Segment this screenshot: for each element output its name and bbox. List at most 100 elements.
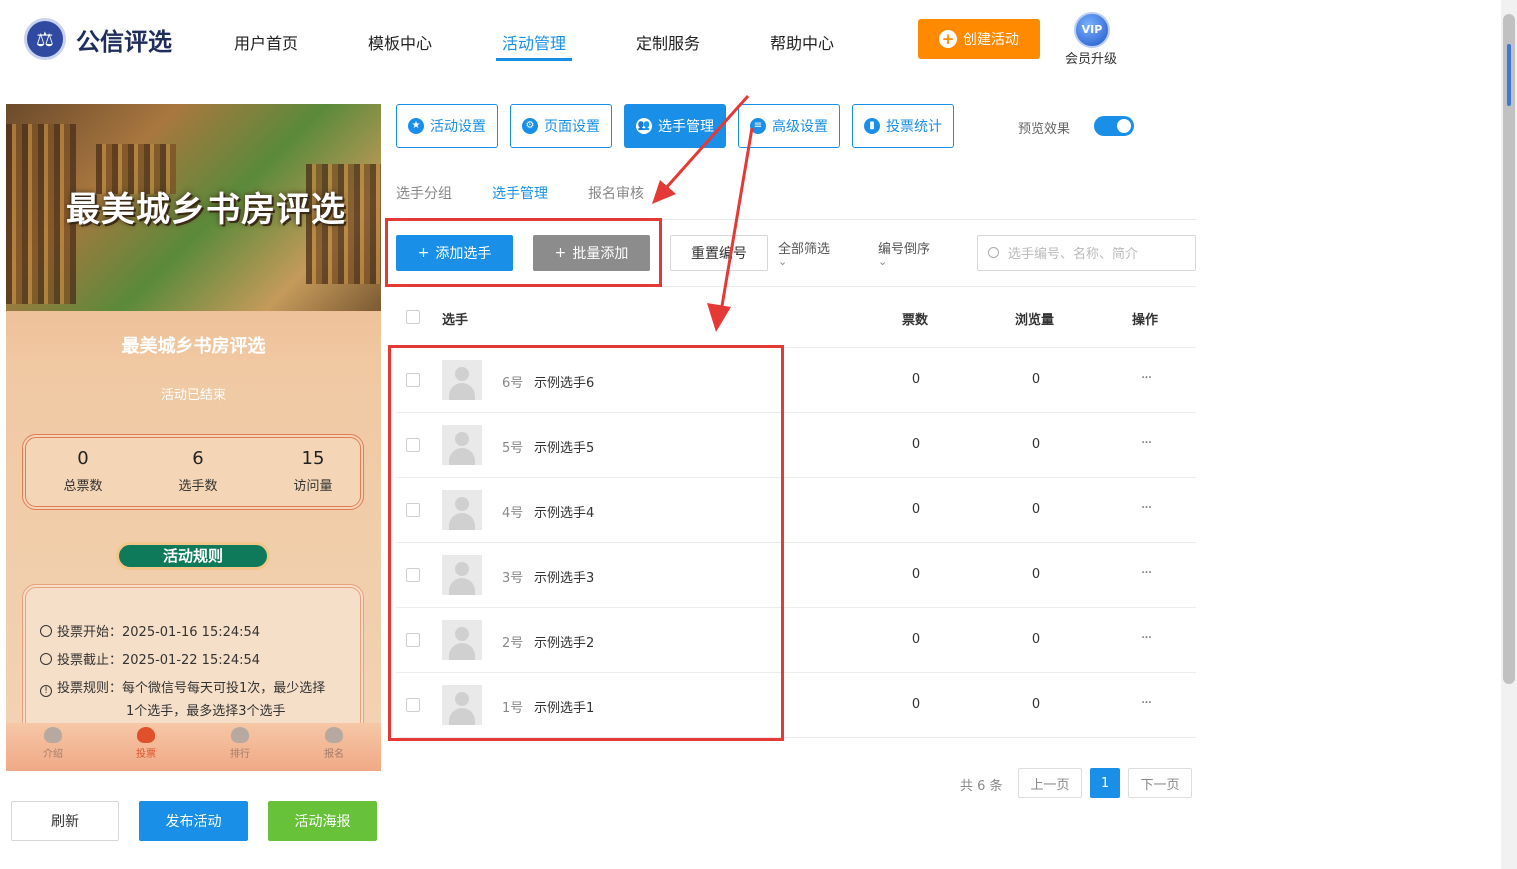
plus-circle-icon: + bbox=[939, 30, 957, 48]
stat-value: 0 bbox=[77, 448, 89, 469]
preview-activity-title: 最美城乡书房评选 bbox=[121, 336, 266, 357]
next-page-button[interactable]: 下一页 bbox=[1128, 768, 1192, 798]
stat-label: 总票数 bbox=[63, 479, 103, 494]
preview-tab-signup[interactable]: 报名 bbox=[304, 727, 364, 760]
tab-label: 排行 bbox=[230, 749, 250, 760]
player-views: 0 bbox=[1031, 697, 1041, 712]
tab-label: 介绍 bbox=[43, 749, 63, 760]
more-actions-icon[interactable]: ··· bbox=[1136, 435, 1156, 451]
preview-stats: 0 总票数 6 选手数 15 访问量 bbox=[22, 434, 364, 510]
stat-label: 选手数 bbox=[178, 479, 218, 494]
clock-icon bbox=[40, 653, 52, 665]
nav-user-home[interactable]: 用户首页 bbox=[234, 30, 298, 54]
tab-advanced-settings[interactable]: ≡ 高级设置 bbox=[738, 104, 840, 148]
tab-label: 页面设置 bbox=[544, 119, 600, 135]
scrollbar-indicator bbox=[1507, 44, 1511, 106]
subtab-player-management[interactable]: 选手管理 bbox=[492, 183, 548, 203]
page-scrollbar-thumb[interactable] bbox=[1503, 14, 1515, 684]
player-votes: 0 bbox=[911, 437, 921, 452]
rule-end: 投票截止：2025-01-22 15:24:54 bbox=[40, 649, 260, 672]
prev-page-button[interactable]: 上一页 bbox=[1018, 768, 1082, 798]
tab-label: 报名 bbox=[324, 749, 344, 760]
rank-icon bbox=[231, 727, 249, 743]
nav-custom-service[interactable]: 定制服务 bbox=[636, 30, 700, 54]
search-input[interactable] bbox=[1008, 244, 1188, 264]
tab-label: 选手管理 bbox=[658, 119, 714, 135]
users-icon: 👥 bbox=[636, 118, 652, 134]
more-actions-icon[interactable]: ··· bbox=[1136, 565, 1156, 581]
annotation-arrowhead bbox=[652, 180, 676, 204]
banner-title: 最美城乡书房评选 bbox=[66, 190, 346, 230]
nav-template-center[interactable]: 模板中心 bbox=[368, 30, 432, 54]
tab-label: 投票统计 bbox=[886, 119, 942, 135]
rule-start: 投票开始：2025-01-16 15:24:54 bbox=[40, 621, 260, 644]
player-views: 0 bbox=[1031, 372, 1041, 387]
player-votes: 0 bbox=[911, 697, 921, 712]
info-icon: ! bbox=[40, 685, 52, 697]
more-actions-icon[interactable]: ··· bbox=[1136, 500, 1156, 516]
nav-help-center[interactable]: 帮助中心 bbox=[770, 30, 834, 54]
search-box[interactable] bbox=[977, 235, 1196, 271]
intro-icon bbox=[44, 727, 62, 743]
stat-player-count: 6 选手数 bbox=[153, 448, 243, 494]
player-views: 0 bbox=[1031, 632, 1041, 647]
clock-icon bbox=[40, 625, 52, 637]
player-views: 0 bbox=[1031, 502, 1041, 517]
stat-total-votes: 0 总票数 bbox=[38, 448, 128, 494]
pagination-total: 共 6 条 bbox=[960, 779, 1003, 794]
select-all-checkbox[interactable] bbox=[406, 310, 420, 324]
header-ops: 操作 bbox=[1132, 313, 1159, 328]
more-actions-icon[interactable]: ··· bbox=[1136, 695, 1156, 711]
mobile-preview: 最美城乡书房评选 最美城乡书房评选 活动已结束 0 总票数 6 选手数 15 访… bbox=[6, 104, 381, 771]
preview-tabbar: 介绍 投票 排行 报名 bbox=[6, 723, 381, 771]
activity-poster-button[interactable]: 活动海报 bbox=[268, 801, 377, 841]
header-views: 浏览量 bbox=[1015, 313, 1055, 328]
current-page-button[interactable]: 1 bbox=[1090, 768, 1120, 798]
tab-activity-settings[interactable]: ★ 活动设置 bbox=[396, 104, 498, 148]
vote-icon bbox=[137, 727, 155, 743]
nav-activity-management[interactable]: 活动管理 bbox=[502, 30, 566, 54]
preview-tab-vote[interactable]: 投票 bbox=[116, 727, 176, 760]
reset-number-button[interactable]: 重置编号 bbox=[670, 235, 768, 271]
search-icon bbox=[988, 247, 999, 258]
vip-upgrade-label[interactable]: 会员升级 bbox=[1065, 48, 1117, 67]
stat-value: 6 bbox=[192, 448, 204, 469]
banner-image: 最美城乡书房评选 bbox=[6, 104, 381, 311]
rule-text: 投票规则：每个微信号每天可投1次，最少选择 bbox=[57, 681, 326, 696]
more-actions-icon[interactable]: ··· bbox=[1136, 630, 1156, 646]
signup-icon bbox=[325, 727, 343, 743]
rule-vote-cont: 1个选手，最多选择3个选手 bbox=[126, 704, 286, 719]
preview-effect-toggle[interactable] bbox=[1094, 116, 1134, 136]
vip-badge-icon[interactable]: VIP bbox=[1074, 12, 1110, 48]
sort-dropdown[interactable]: 编号倒序 ⌄ bbox=[878, 238, 930, 268]
subtab-player-groups[interactable]: 选手分组 bbox=[396, 183, 452, 203]
tab-vote-statistics[interactable]: ▮ 投票统计 bbox=[852, 104, 954, 148]
stat-value: 15 bbox=[301, 448, 325, 469]
annotation-box-toolbar bbox=[385, 218, 662, 287]
gear-icon: ⚙ bbox=[522, 118, 538, 134]
rule-text: 投票开始：2025-01-16 15:24:54 bbox=[57, 625, 261, 640]
create-activity-button[interactable]: + 创建活动 bbox=[918, 19, 1040, 59]
logo-text: 公信评选 bbox=[76, 28, 172, 56]
tab-label: 投票 bbox=[136, 749, 156, 760]
stat-visits: 15 访问量 bbox=[268, 448, 358, 494]
annotation-box-player-list bbox=[388, 345, 784, 741]
preview-tab-rank[interactable]: 排行 bbox=[210, 727, 270, 760]
all-filter-dropdown[interactable]: 全部筛选 ⌄ bbox=[778, 238, 830, 268]
top-header: 公信评选 用户首页 模板中心 活动管理 定制服务 帮助中心 + 创建活动 VIP… bbox=[0, 0, 1500, 80]
header-player: 选手 bbox=[442, 313, 469, 328]
stat-label: 访问量 bbox=[293, 479, 333, 494]
annotation-arrowhead bbox=[707, 303, 731, 332]
player-votes: 0 bbox=[911, 372, 921, 387]
nav-active-underline bbox=[496, 58, 572, 61]
player-votes: 0 bbox=[911, 632, 921, 647]
subtab-signup-review[interactable]: 报名审核 bbox=[588, 183, 644, 203]
preview-tab-intro[interactable]: 介绍 bbox=[23, 727, 83, 760]
annotation-arrow-line bbox=[720, 127, 754, 307]
more-actions-icon[interactable]: ··· bbox=[1136, 370, 1156, 386]
publish-activity-button[interactable]: 发布活动 bbox=[139, 801, 248, 841]
tab-page-settings[interactable]: ⚙ 页面设置 bbox=[510, 104, 612, 148]
player-views: 0 bbox=[1031, 437, 1041, 452]
tab-player-management[interactable]: 👥 选手管理 bbox=[624, 104, 726, 148]
refresh-button[interactable]: 刷新 bbox=[11, 801, 119, 841]
